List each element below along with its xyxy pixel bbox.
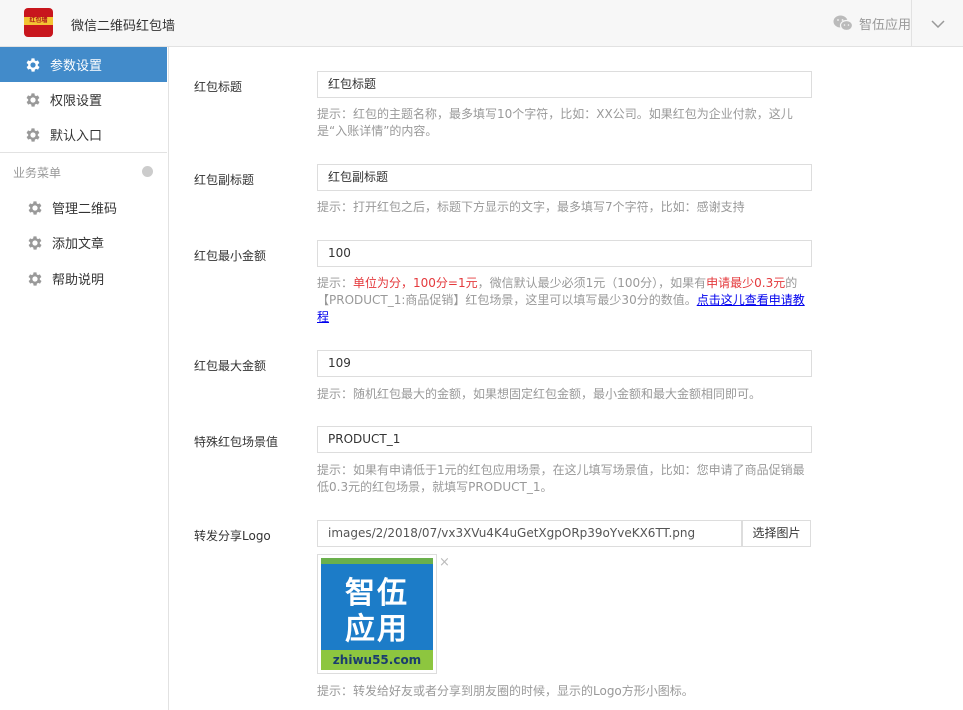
field-label-scene: 特殊红包场景值 [194, 435, 279, 449]
sidebar-item-label: 权限设置 [50, 94, 103, 109]
gear-icon [24, 56, 42, 74]
logo-hint: 提示：转发给好友或者分享到朋友圈的时候，显示的Logo方形小图标。 [317, 684, 694, 698]
brand-name: 智伍应用 [858, 18, 911, 33]
sidebar-item-permissions[interactable]: 权限设置 [0, 82, 167, 117]
scene-hint: 提示：如果有申请低于1元的红包应用场景，在这儿填写场景值，比如：您申请了商品促销… [317, 463, 805, 494]
sidebar-item-params[interactable]: 参数设置 [0, 47, 167, 82]
logo-path-input[interactable]: images/2/2018/07/vx3XVu4K4uGetXgpORp39oY… [317, 520, 742, 547]
min-amount-hint: 提示：单位为分，100分=1元，微信默认最少必须1元（100分），如果有申请最少… [317, 275, 809, 326]
gear-icon [24, 91, 42, 109]
sidebar-group-title: 业务菜单 [13, 166, 62, 180]
chevron-down-icon [930, 19, 945, 28]
subtitle-input[interactable]: 红包副标题 [317, 164, 812, 191]
app-title: 微信二维码红包墙 [71, 19, 176, 34]
title-hint: 提示：红包的主题名称，最多填写10个字符，比如：XX公司。如果红包为企业付款，这… [317, 107, 793, 138]
logo-thumbnail: 智伍 应用 zhiwu55.com [317, 554, 437, 674]
sidebar-item-label: 帮助说明 [52, 273, 105, 288]
collapse-dot-icon[interactable] [142, 166, 153, 177]
gear-icon [26, 234, 44, 252]
field-label-logo: 转发分享Logo [194, 529, 271, 543]
field-label-title: 红包标题 [194, 80, 243, 94]
field-label-max-amount: 红包最大金额 [194, 359, 267, 373]
sidebar-item-label: 添加文章 [52, 237, 105, 252]
sidebar-item-default-entry[interactable]: 默认入口 [0, 117, 167, 152]
subtitle-hint: 提示：打开红包之后，标题下方显示的文字，最多填写7个字符，比如：感谢支持 [317, 200, 745, 214]
max-amount-input[interactable]: 109 [317, 350, 812, 377]
field-label-min-amount: 红包最小金额 [194, 249, 267, 263]
sidebar-item-manage-qrcode[interactable]: 管理二维码 [0, 190, 167, 225]
close-icon[interactable]: × [439, 556, 450, 569]
gear-icon [24, 126, 42, 144]
app-logo[interactable]: 红包墙 [24, 8, 53, 37]
scene-input[interactable]: PRODUCT_1 [317, 426, 812, 453]
field-label-subtitle: 红包副标题 [194, 173, 255, 187]
sidebar-item-help[interactable]: 帮助说明 [0, 261, 167, 296]
hint-min-note: 申请最少0.3元 [706, 276, 786, 290]
thumb-footer: zhiwu55.com [321, 650, 433, 670]
min-amount-input[interactable]: 100 [317, 240, 812, 267]
gear-icon [26, 270, 44, 288]
header-menu-toggle[interactable] [912, 0, 963, 47]
sidebar-item-add-article[interactable]: 添加文章 [0, 225, 167, 260]
thumb-text-bottom: 应用 [345, 612, 409, 647]
app-logo-text: 红包墙 [29, 17, 48, 24]
sidebar-divider [0, 152, 167, 153]
gear-icon [26, 199, 44, 217]
max-amount-hint: 提示：随机红包最大的金额，如果想固定红包金额，最小金额和最大金额相同即可。 [317, 387, 762, 401]
sidebar-item-label: 默认入口 [50, 129, 103, 144]
hint-prefix: 提示： [317, 276, 354, 290]
hint-text: ，微信默认最少必须1元（100分），如果有 [477, 276, 707, 290]
wechat-icon [833, 15, 853, 32]
top-bar: 红包墙 微信二维码红包墙 智伍应用 [0, 0, 963, 47]
title-input[interactable]: 红包标题 [317, 71, 812, 98]
hint-unit-note: 单位为分，100分=1元 [353, 276, 478, 290]
select-image-button[interactable]: 选择图片 [742, 520, 811, 547]
brand-link[interactable]: 智伍应用 [833, 0, 911, 47]
sidebar: 参数设置 权限设置 默认入口 业务菜单 管理二维码 添加文章 帮助说明 [0, 47, 169, 710]
sidebar-item-label: 参数设置 [50, 59, 103, 74]
sidebar-item-label: 管理二维码 [52, 202, 118, 217]
